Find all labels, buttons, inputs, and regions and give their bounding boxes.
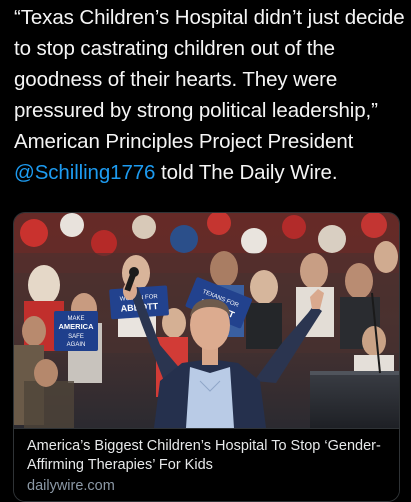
stage-monitor [310, 371, 399, 428]
mention-link[interactable]: @Schilling1776 [14, 161, 155, 184]
svg-text:AMERICA: AMERICA [59, 322, 95, 331]
rally-photo: MAKE AMERICA SAFE AGAIN WOMEN FOR ABBOTT… [14, 213, 399, 428]
link-preview-card[interactable]: MAKE AMERICA SAFE AGAIN WOMEN FOR ABBOTT… [13, 212, 400, 502]
card-title[interactable]: America’s Biggest Children’s Hospital To… [27, 437, 387, 475]
svg-text:AGAIN: AGAIN [67, 342, 86, 348]
card-image[interactable]: MAKE AMERICA SAFE AGAIN WOMEN FOR ABBOTT… [14, 213, 399, 428]
tweet-text-part2: told The Daily Wire. [155, 161, 338, 184]
tweet-text: “Texas Children’s Hospital didn’t just d… [14, 2, 406, 188]
tweet-text-part1: “Texas Children’s Hospital didn’t just d… [14, 6, 405, 153]
card-footer[interactable]: America’s Biggest Children’s Hospital To… [14, 428, 399, 501]
sign-left: MAKE AMERICA SAFE AGAIN [54, 311, 98, 351]
card-domain: dailywire.com [27, 478, 115, 494]
svg-text:SAFE: SAFE [68, 334, 84, 340]
